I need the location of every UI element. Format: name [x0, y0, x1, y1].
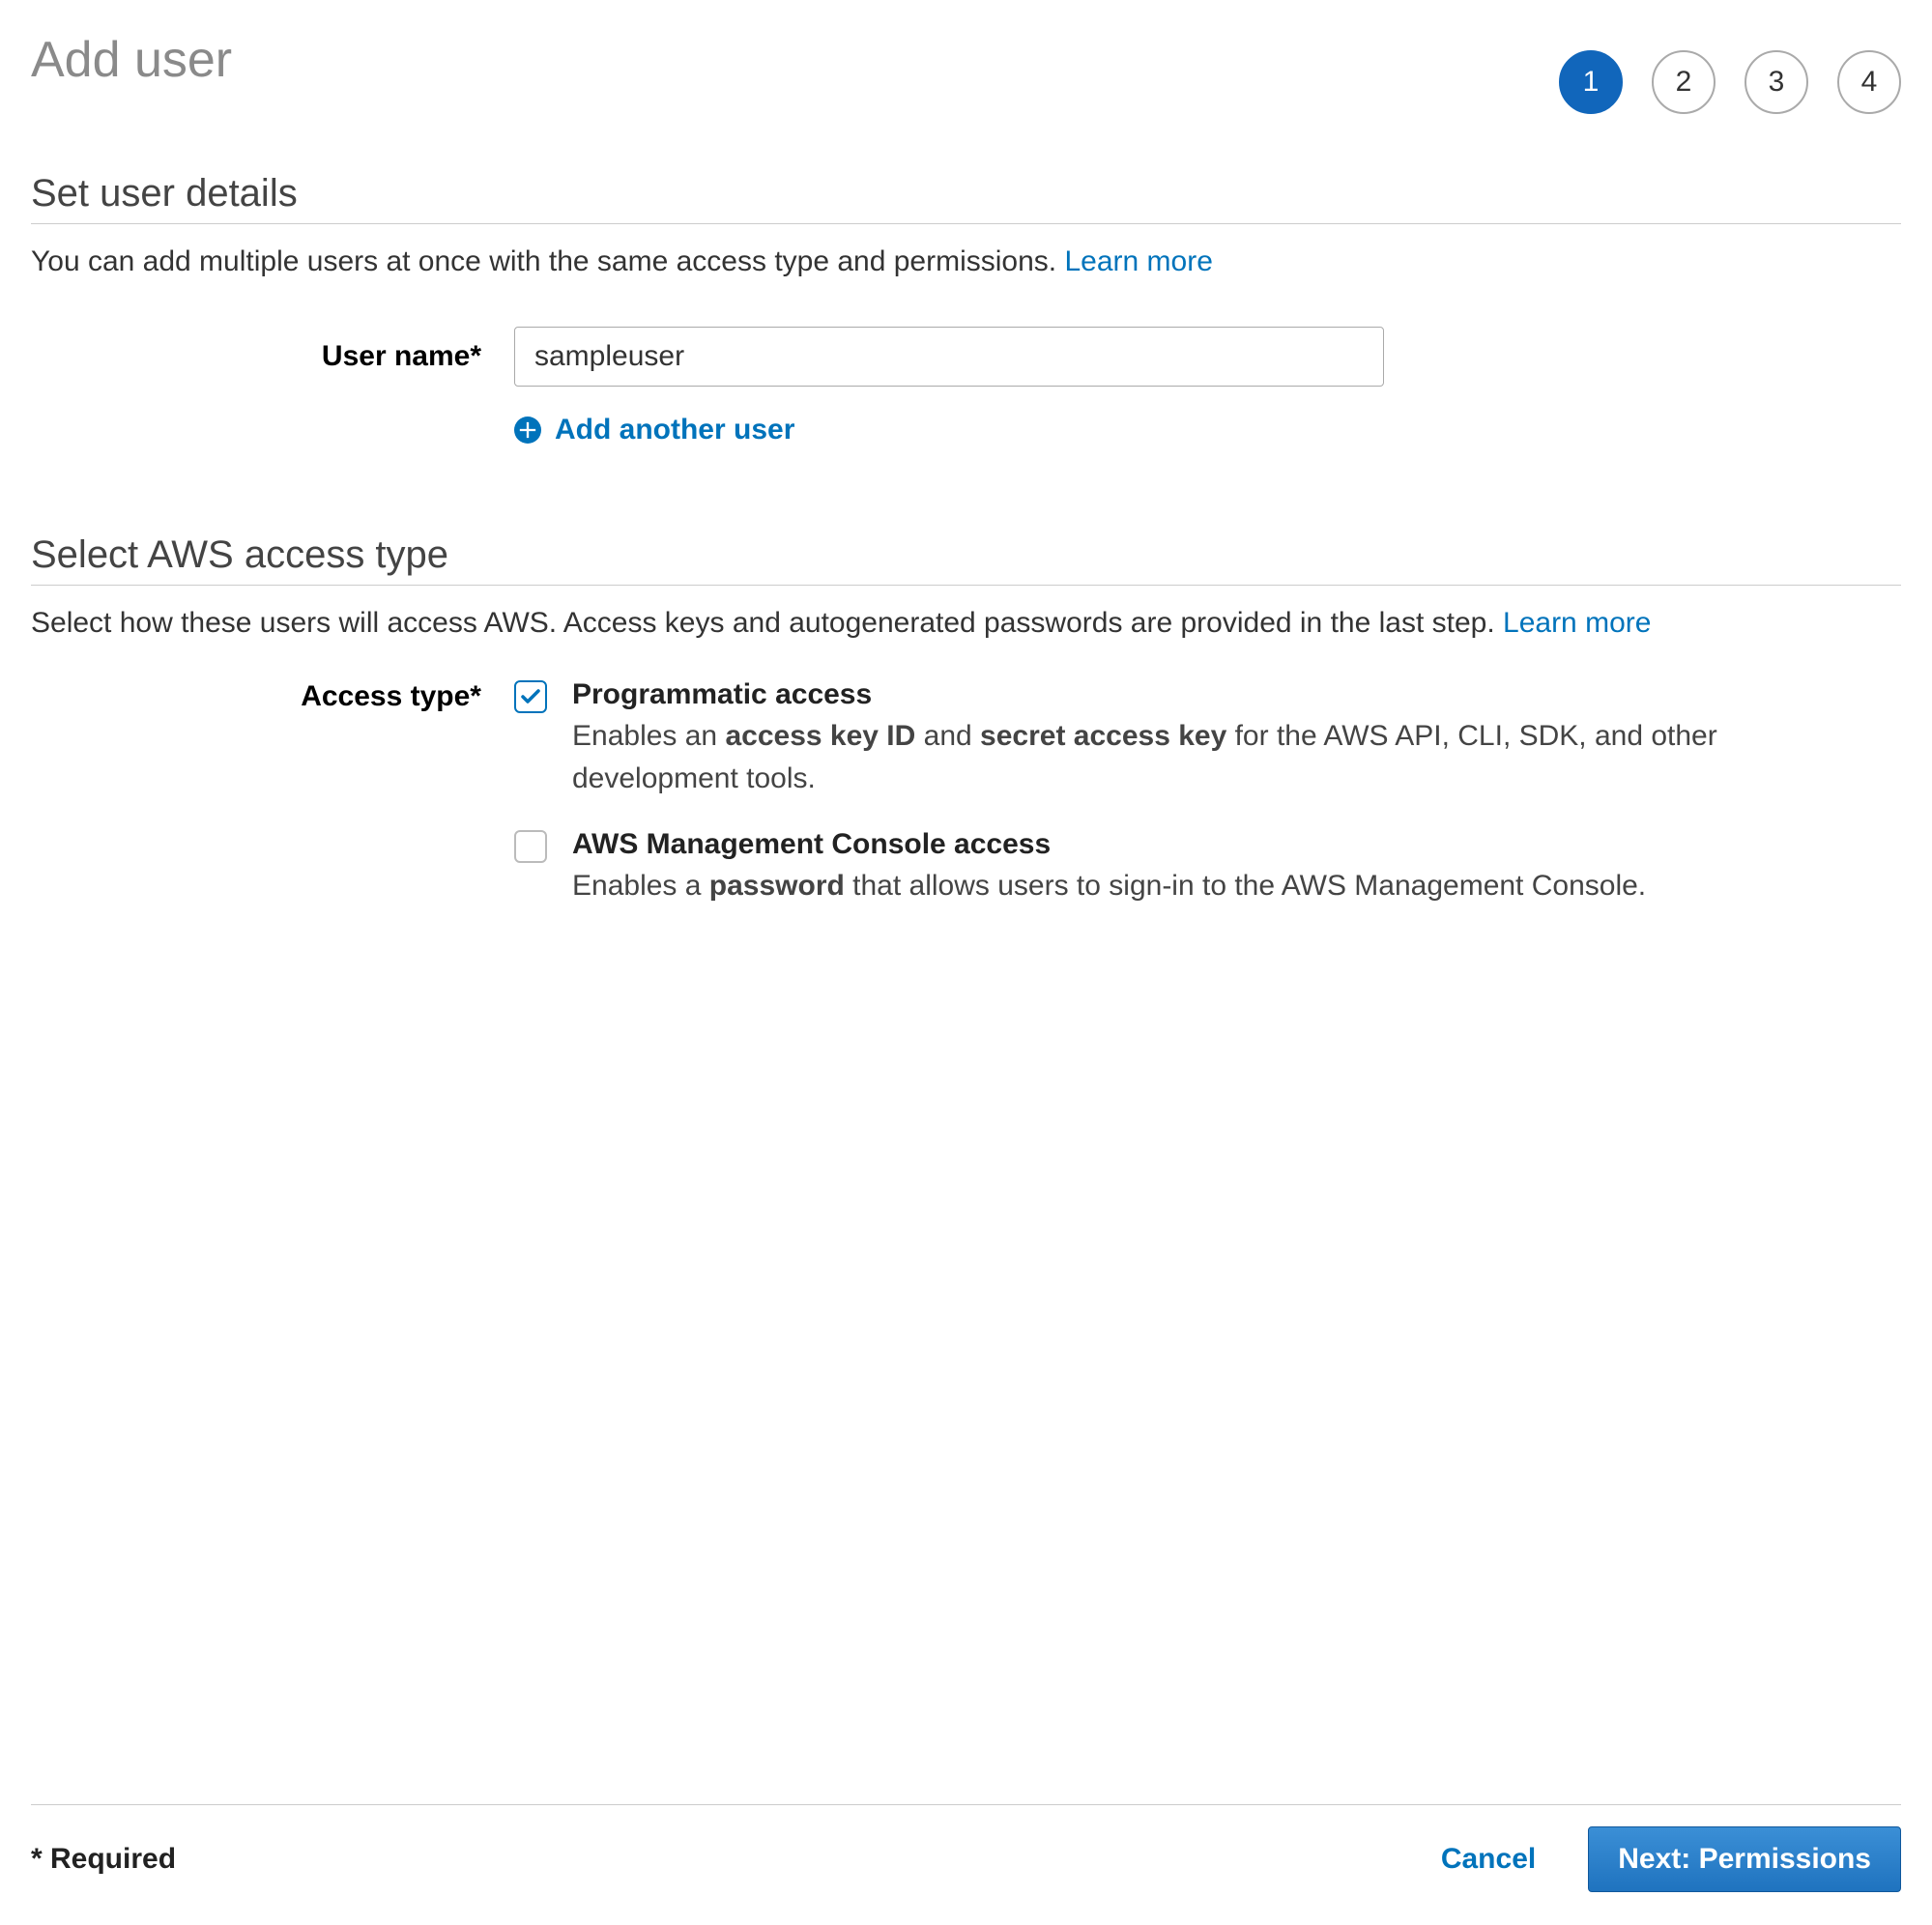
programmatic-access-title: Programmatic access	[572, 678, 1732, 711]
add-another-user-button[interactable]: Add another user	[514, 414, 1901, 446]
divider	[31, 585, 1901, 586]
programmatic-access-checkbox[interactable]	[514, 680, 547, 713]
step-4[interactable]: 4	[1837, 50, 1901, 114]
cancel-button[interactable]: Cancel	[1435, 1842, 1542, 1877]
required-note: * Required	[31, 1843, 176, 1876]
programmatic-access-desc: Enables an access key ID and secret acce…	[572, 715, 1732, 799]
username-label: User name*	[31, 340, 514, 373]
user-details-desc: You can add multiple users at once with …	[31, 245, 1901, 278]
section-title-user-details: Set user details	[31, 172, 1901, 215]
learn-more-link-access-type[interactable]: Learn more	[1503, 607, 1651, 639]
console-access-desc: Enables a password that allows users to …	[572, 865, 1646, 907]
step-1[interactable]: 1	[1559, 50, 1623, 114]
add-another-user-label: Add another user	[555, 414, 794, 446]
page-title: Add user	[31, 31, 232, 89]
username-input[interactable]	[514, 327, 1384, 387]
access-type-desc: Select how these users will access AWS. …	[31, 607, 1901, 640]
stepper: 1 2 3 4	[1559, 31, 1901, 114]
plus-circle-icon	[514, 417, 541, 444]
step-3[interactable]: 3	[1745, 50, 1808, 114]
section-title-access-type: Select AWS access type	[31, 533, 1901, 577]
learn-more-link-user-details[interactable]: Learn more	[1064, 245, 1212, 277]
step-2[interactable]: 2	[1652, 50, 1716, 114]
next-permissions-button[interactable]: Next: Permissions	[1588, 1826, 1901, 1892]
console-access-title: AWS Management Console access	[572, 828, 1646, 861]
user-details-desc-text: You can add multiple users at once with …	[31, 245, 1064, 277]
divider	[31, 223, 1901, 224]
console-access-checkbox[interactable]	[514, 830, 547, 863]
access-type-desc-text: Select how these users will access AWS. …	[31, 607, 1503, 639]
access-type-label: Access type*	[31, 678, 514, 713]
